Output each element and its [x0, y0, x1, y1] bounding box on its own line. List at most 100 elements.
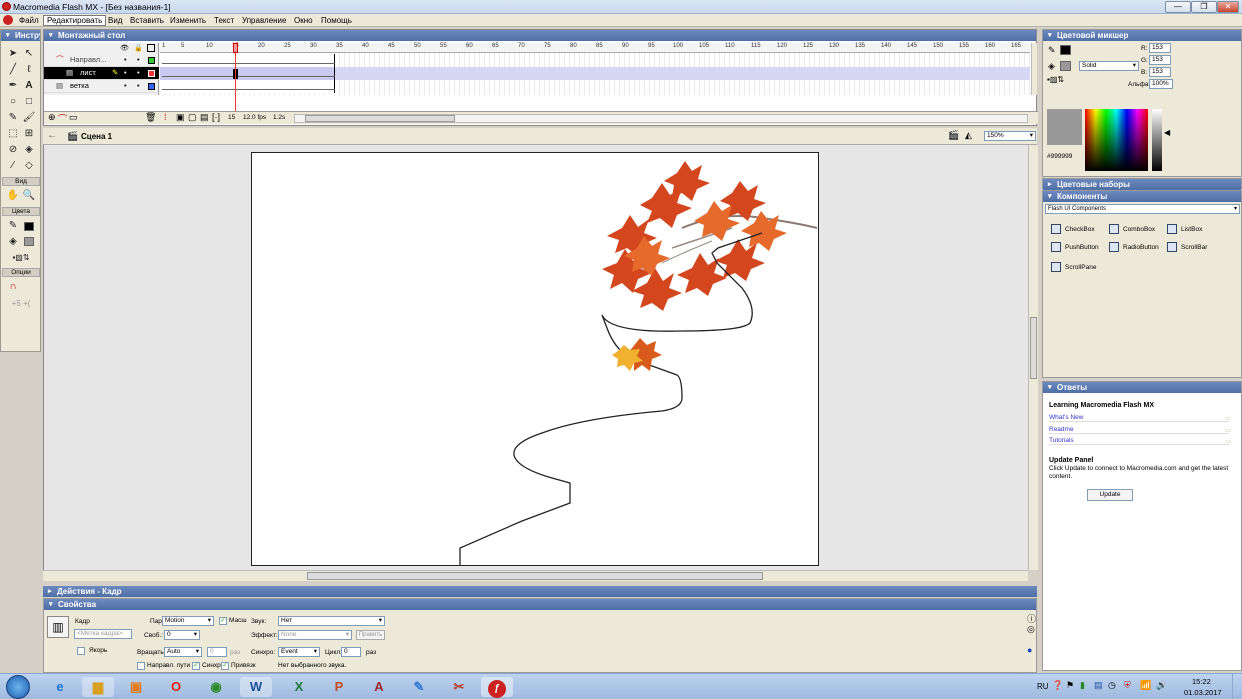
clock-date[interactable]: 01.03.2017 — [1184, 688, 1222, 697]
trash-icon[interactable]: 🗑 — [145, 112, 156, 123]
tutorials-link[interactable]: Tutorials ▭ — [1049, 437, 1231, 445]
start-button[interactable] — [6, 675, 30, 699]
timeline-hscroll-thumb[interactable] — [305, 115, 455, 122]
free-transform-tool-icon[interactable]: ⬚ — [5, 126, 21, 141]
layer-row-guide[interactable]: ⌒ Направл... • • — [44, 54, 159, 67]
component-set-select[interactable]: Flash UI Components ▾ — [1045, 204, 1240, 214]
sync-checkbox[interactable]: ✓ — [192, 662, 200, 670]
media-player-taskbar-icon[interactable]: ▣ — [120, 677, 152, 697]
clock-time[interactable]: 15:22 — [1192, 677, 1211, 686]
tools-header[interactable]: Инстру — [1, 30, 40, 41]
fill-swatch[interactable] — [1060, 61, 1071, 71]
onion-outline-icon[interactable]: ▢ — [188, 112, 197, 123]
work-area[interactable] — [43, 145, 1028, 570]
menu-help[interactable]: Помощь — [318, 15, 355, 26]
eraser-tool-icon[interactable]: ◇ — [21, 158, 37, 173]
component-radiobutton[interactable]: RadioButton — [1109, 241, 1159, 255]
word-taskbar-icon[interactable]: W — [240, 677, 272, 697]
snipping-tool-taskbar-icon[interactable]: ✂ — [443, 677, 475, 697]
document-icon[interactable] — [3, 15, 13, 25]
brightness-slider[interactable] — [1152, 109, 1162, 171]
anchor-checkbox[interactable] — [77, 647, 85, 655]
stroke-swatch[interactable] — [1060, 45, 1071, 55]
stroke-color-swatch[interactable] — [24, 222, 34, 231]
snap-checkbox[interactable]: ✓ — [221, 662, 229, 670]
chrome-taskbar-icon[interactable]: ◉ — [200, 677, 232, 697]
alpha-input[interactable]: 100% — [1149, 79, 1173, 89]
hand-tool-icon[interactable]: ✋ — [5, 188, 21, 203]
scene-name[interactable]: Сцена 1 — [81, 132, 112, 141]
swap-colors-icon[interactable]: ▪▨⇅ — [3, 250, 39, 265]
brush-tool-icon[interactable]: 🖌 — [21, 110, 37, 125]
rotate-select[interactable]: Auto ▾ — [164, 647, 202, 657]
close-button[interactable]: ✕ — [1217, 1, 1239, 13]
ease-input[interactable]: 0 ▾ — [164, 630, 200, 640]
language-indicator[interactable]: RU — [1037, 682, 1049, 691]
pencil-tool-icon[interactable]: ✎ — [5, 110, 21, 125]
ink-bottle-tool-icon[interactable]: ⊘ — [5, 142, 21, 157]
stage-vscroll[interactable] — [1028, 145, 1038, 570]
help-tray-icon[interactable]: ❓ — [1052, 680, 1063, 691]
onion-markers-icon[interactable]: [·] — [212, 112, 220, 122]
actions-panel[interactable]: Действия - Кадр — [43, 586, 1037, 598]
onion-skin-icon[interactable]: ▣ — [176, 112, 185, 123]
playhead[interactable] — [233, 43, 238, 53]
add-layer-icon[interactable]: ⊕ — [48, 112, 56, 123]
scale-checkbox[interactable]: ✓ — [219, 617, 227, 625]
fill-color-icon[interactable]: ◈ — [5, 234, 21, 249]
minimize-button[interactable]: — — [1165, 1, 1191, 13]
menu-edit[interactable]: Редактировать — [43, 15, 107, 26]
motion-guide-path[interactable] — [459, 232, 763, 565]
r-input[interactable]: 153 — [1149, 43, 1171, 53]
component-checkbox[interactable]: CheckBox — [1051, 223, 1095, 237]
paint-taskbar-icon[interactable]: ✎ — [403, 677, 435, 697]
rectangle-tool-icon[interactable]: □ — [21, 94, 37, 109]
flash-taskbar-icon[interactable]: ƒ — [481, 677, 513, 698]
layer-row-branch[interactable]: ▤ ветка • • — [44, 80, 159, 93]
flag-tray-icon[interactable]: ⚑ — [1066, 680, 1074, 691]
whats-new-link[interactable]: What's New ▭ — [1049, 414, 1231, 422]
sound-select[interactable]: Нет ▾ — [278, 616, 385, 626]
opera-taskbar-icon[interactable]: O — [160, 677, 192, 697]
update-button[interactable]: Update — [1087, 489, 1133, 501]
menu-modify[interactable]: Изменить — [167, 15, 209, 26]
network-signal-icon[interactable]: 📶 — [1140, 680, 1151, 691]
lasso-tool-icon[interactable]: ℓ — [21, 62, 37, 77]
battery-tray-icon[interactable]: ▮ — [1080, 680, 1085, 691]
orient-path-checkbox[interactable] — [137, 662, 145, 670]
menu-insert[interactable]: Вставить — [127, 15, 167, 26]
component-combobox[interactable]: ComboBox — [1109, 223, 1155, 237]
center-frame-icon[interactable]: ⁞ — [164, 112, 167, 122]
subselect-tool-icon[interactable]: ↖ — [21, 46, 37, 61]
accessibility-icon[interactable]: ● — [1027, 645, 1032, 655]
color-spectrum[interactable] — [1085, 109, 1148, 171]
color-swatches-panel[interactable]: Цветовые наборы — [1042, 178, 1242, 190]
oval-tool-icon[interactable]: ○ — [5, 94, 21, 109]
fill-transform-tool-icon[interactable]: ⊞ — [21, 126, 37, 141]
text-tool-icon[interactable]: A — [21, 78, 37, 93]
ie-taskbar-icon[interactable]: e — [44, 677, 76, 697]
timeline-header[interactable]: Монтажный стол — [44, 30, 1036, 41]
b-input[interactable]: 153 — [1149, 67, 1171, 77]
frame-name-input[interactable]: <Метка кадра> — [74, 629, 132, 639]
menu-text[interactable]: Текст — [211, 15, 237, 26]
hex-value[interactable]: #999999 — [1047, 153, 1072, 160]
zoom-select[interactable]: 150% ▾ — [984, 131, 1036, 141]
paint-bucket-tool-icon[interactable]: ◈ — [21, 142, 37, 157]
back-arrow-icon[interactable]: ← — [47, 130, 57, 141]
pen-tool-icon[interactable]: ✒ — [5, 78, 21, 93]
security-tray-icon[interactable]: ⛨ — [1124, 680, 1131, 691]
layer-row-leaf[interactable]: ▤ лист ✎ • • — [44, 67, 159, 80]
color-mixer-header[interactable]: Цветовой микшер — [1043, 30, 1241, 41]
show-desktop-button[interactable] — [1232, 674, 1242, 699]
menu-control[interactable]: Управление — [239, 15, 289, 26]
g-input[interactable]: 153 — [1149, 55, 1171, 65]
maximize-button[interactable]: ❐ — [1191, 1, 1217, 13]
show-hide-icon[interactable]: 👁 — [120, 44, 129, 52]
tween-select[interactable]: Motion ▾ — [162, 616, 214, 626]
network-tray-icon[interactable]: ▤ — [1094, 680, 1103, 691]
zoom-tool-icon[interactable]: 🔍 — [21, 188, 37, 203]
frame-ruler[interactable]: 1 5 10 15 20 25 30 35 40 45 50 55 60 65 … — [160, 43, 1030, 53]
lock-icon[interactable]: 🔒 — [134, 44, 143, 52]
timeline-vscroll[interactable] — [1031, 43, 1037, 95]
